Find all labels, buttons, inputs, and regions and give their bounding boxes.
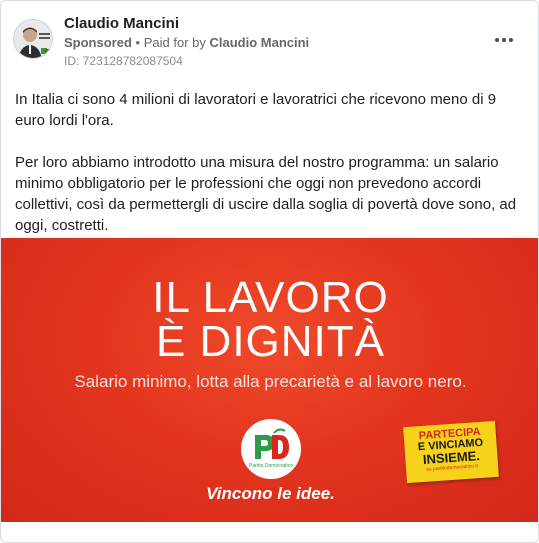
- more-horizontal-icon-dot: [509, 38, 513, 42]
- ad-image[interactable]: IL LAVORO È DIGNITÀ Salario minimo, lott…: [1, 238, 538, 522]
- pd-logo: Partito Democratico: [241, 419, 301, 479]
- post-header: Claudio Mancini Sponsored • Paid for by …: [13, 13, 526, 73]
- more-horizontal-icon-dot: [502, 38, 506, 42]
- logo-text: Partito Democratico: [249, 463, 293, 469]
- participate-sticker: PARTECIPA E VINCIAMO INSIEME. su partito…: [403, 420, 499, 484]
- more-options-button[interactable]: [494, 35, 514, 45]
- sponsored-label: Sponsored: [64, 35, 132, 50]
- sponsored-line: Sponsored • Paid for by Claudio Mancini: [64, 35, 309, 50]
- post-paragraph-1: In Italia ci sono 4 milioni di lavorator…: [15, 91, 497, 129]
- more-horizontal-icon: [495, 38, 499, 42]
- paid-for-label: Paid for by: [143, 35, 206, 50]
- avatar[interactable]: [13, 19, 53, 59]
- profile-photo-icon: [14, 20, 52, 58]
- author-name[interactable]: Claudio Mancini: [64, 15, 179, 32]
- ad-id: ID: 723128782087504: [64, 54, 183, 68]
- pd-logo-icon: Partito Democratico: [242, 420, 300, 478]
- headline-line-2: È DIGNITÀ: [155, 317, 386, 366]
- ad-card: Claudio Mancini Sponsored • Paid for by …: [0, 0, 539, 543]
- post-paragraph-2: Per loro abbiamo introdotto una misura d…: [15, 154, 517, 234]
- headline-line-1: IL LAVORO: [152, 273, 389, 322]
- post-text: In Italia ci sono 4 milioni di lavorator…: [15, 89, 527, 250]
- slogan: Vincono le idee.: [206, 484, 335, 503]
- payer-name[interactable]: Claudio Mancini: [210, 35, 310, 50]
- tagline: Salario minimo, lotta alla precarietà e …: [74, 372, 467, 391]
- separator-dot: •: [135, 35, 141, 50]
